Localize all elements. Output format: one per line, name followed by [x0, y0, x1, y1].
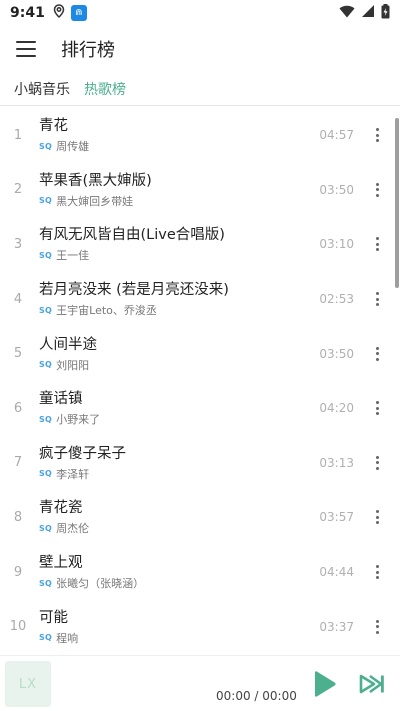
- wifi-icon: [339, 5, 355, 22]
- song-title: 苹果香(黑大婶版): [39, 172, 152, 189]
- play-icon[interactable]: [312, 670, 338, 698]
- quality-badge: SQ: [39, 578, 53, 588]
- signal-icon: [361, 4, 375, 22]
- page-title: 排行榜: [61, 40, 115, 61]
- list-item[interactable]: 5 人间半途 SQ 刘阳阳 03:50: [0, 326, 400, 381]
- song-artist: 王一佳: [56, 249, 90, 263]
- status-bar: 9:41 ⋒: [0, 0, 400, 26]
- song-duration: 02:53: [319, 292, 354, 307]
- rank-number: 4: [13, 291, 23, 307]
- list-item[interactable]: 6 童话镇 SQ 小野来了 04:20: [0, 381, 400, 436]
- more-options-icon[interactable]: [368, 507, 386, 527]
- quality-badge: SQ: [39, 196, 53, 206]
- rank-number: 1: [13, 127, 23, 143]
- song-artist: 李泽轩: [56, 467, 90, 481]
- rank-number: 5: [13, 346, 23, 362]
- song-duration: 03:57: [319, 510, 354, 525]
- song-duration: 04:20: [319, 401, 354, 416]
- song-duration: 03:13: [319, 455, 354, 470]
- song-title: 若月亮没来 (若是月亮还没来): [39, 282, 229, 299]
- scrollbar-thumb[interactable]: [395, 118, 399, 288]
- playback-time: 00:00 / 00:00: [216, 689, 297, 703]
- song-artist: 刘阳阳: [56, 358, 90, 372]
- more-options-icon[interactable]: [368, 125, 386, 145]
- song-artist: 小野来了: [56, 413, 101, 427]
- menu-icon[interactable]: [16, 41, 36, 57]
- status-time: 9:41: [10, 5, 45, 21]
- album-cover[interactable]: LX: [5, 661, 51, 707]
- more-options-icon[interactable]: [368, 180, 386, 200]
- more-options-icon[interactable]: [368, 453, 386, 473]
- app-bar: 排行榜: [0, 26, 400, 72]
- song-duration: 03:10: [319, 237, 354, 252]
- quality-badge: SQ: [39, 633, 53, 643]
- song-title: 疯子傻子呆子: [39, 445, 126, 462]
- quality-badge: SQ: [39, 250, 53, 260]
- song-title: 可能: [39, 609, 68, 626]
- rank-number: 9: [13, 564, 23, 580]
- more-options-icon[interactable]: [368, 344, 386, 364]
- quality-badge: SQ: [39, 305, 53, 315]
- song-artist: 程响: [56, 631, 79, 645]
- more-options-icon[interactable]: [368, 234, 386, 254]
- song-duration: 03:50: [319, 346, 354, 361]
- song-duration: 03:50: [319, 182, 354, 197]
- quality-badge: SQ: [39, 141, 53, 151]
- chart-source-header: 小蜗音乐 热歌榜: [0, 72, 400, 106]
- more-options-icon[interactable]: [368, 289, 386, 309]
- song-duration: 04:57: [319, 128, 354, 143]
- list-item[interactable]: 3 有风无风皆自由(Live合唱版) SQ 王一佳 03:10: [0, 217, 400, 272]
- source-selector[interactable]: 小蜗音乐: [14, 79, 70, 99]
- player-bar: LX 00:00 / 00:00: [0, 655, 400, 711]
- list-item[interactable]: 8 青花瓷 SQ 周杰伦 03:57: [0, 490, 400, 545]
- board-selector[interactable]: 热歌榜: [84, 79, 126, 99]
- rank-number: 8: [13, 509, 23, 525]
- song-title: 人间半途: [39, 336, 97, 353]
- song-duration: 03:37: [319, 619, 354, 634]
- quality-badge: SQ: [39, 469, 53, 479]
- quality-badge: SQ: [39, 360, 53, 370]
- rank-number: 10: [9, 619, 27, 635]
- song-duration: 04:44: [319, 565, 354, 580]
- song-artist: 黑大婶回乡带娃: [56, 194, 134, 208]
- song-title: 有风无风皆自由(Live合唱版): [39, 227, 225, 244]
- song-title: 壁上观: [39, 555, 83, 572]
- song-title: 青花: [39, 118, 68, 135]
- song-artist: 张曦匀（张晓涵）: [56, 577, 145, 591]
- list-item[interactable]: 1 青花 SQ 周传雄 04:57: [0, 108, 400, 163]
- location-icon: [53, 4, 65, 22]
- more-options-icon[interactable]: [368, 562, 386, 582]
- next-track-icon[interactable]: [358, 670, 386, 698]
- song-title: 童话镇: [39, 391, 83, 408]
- rank-number: 7: [13, 455, 23, 471]
- list-item[interactable]: 9 壁上观 SQ 张曦匀（张晓涵） 04:44: [0, 545, 400, 600]
- list-item[interactable]: 10 可能 SQ 程响 03:37: [0, 599, 400, 654]
- quality-badge: SQ: [39, 523, 53, 533]
- more-options-icon[interactable]: [368, 617, 386, 637]
- song-title: 青花瓷: [39, 500, 83, 517]
- list-item[interactable]: 7 疯子傻子呆子 SQ 李泽轩 03:13: [0, 436, 400, 491]
- app-notification-icon: ⋒: [70, 5, 87, 21]
- rank-number: 3: [13, 236, 23, 252]
- song-list: 1 青花 SQ 周传雄 04:57 2 苹果香(黑大婶版) SQ 黑大婶回乡带娃 0…: [0, 108, 400, 654]
- rank-number: 2: [13, 182, 23, 198]
- song-artist: 王宇宙Leto、乔浚丞: [56, 304, 157, 318]
- more-options-icon[interactable]: [368, 398, 386, 418]
- rank-number: 6: [13, 400, 23, 416]
- song-artist: 周传雄: [56, 140, 90, 154]
- quality-badge: SQ: [39, 414, 53, 424]
- battery-icon: [381, 3, 390, 23]
- song-artist: 周杰伦: [56, 522, 90, 536]
- list-item[interactable]: 2 苹果香(黑大婶版) SQ 黑大婶回乡带娃 03:50: [0, 163, 400, 218]
- list-item[interactable]: 4 若月亮没来 (若是月亮还没来) SQ 王宇宙Leto、乔浚丞 02:53: [0, 272, 400, 327]
